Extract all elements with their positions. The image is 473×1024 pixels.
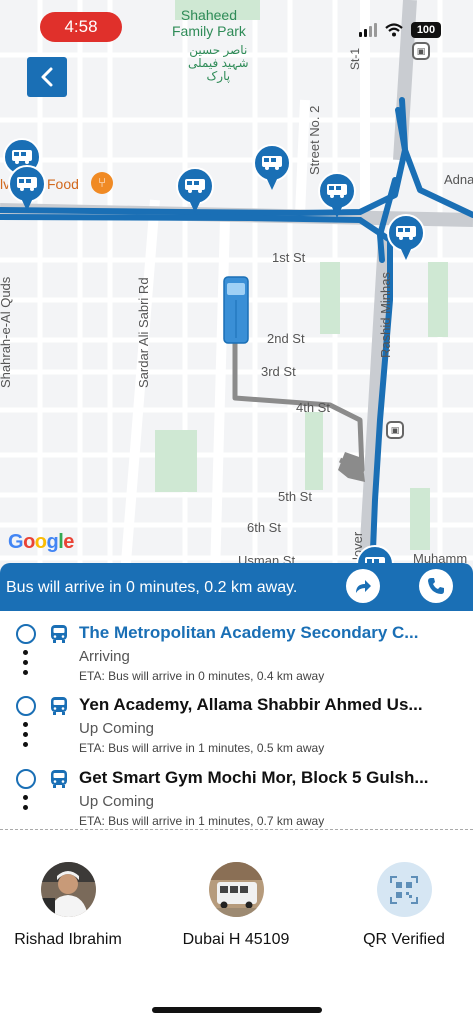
chevron-left-icon: [41, 67, 53, 87]
park-label-urdu: ناصر حسین شہید فیملی پارک: [188, 43, 249, 83]
timeline-dots: [23, 650, 29, 680]
qr-card[interactable]: QR Verified: [339, 862, 469, 949]
wifi-icon: [385, 23, 403, 37]
vehicle-plate: Dubai H 45109: [182, 931, 290, 948]
qr-status: QR Verified: [363, 931, 445, 948]
divider: [0, 829, 473, 830]
status-icons: 100: [359, 22, 441, 38]
street-label-1st: 1st St: [272, 250, 306, 265]
call-button[interactable]: [419, 569, 453, 603]
driver-name: Rishad Ibrahim: [14, 931, 122, 948]
stop-radio[interactable]: [16, 624, 36, 644]
google-logo: Google: [8, 531, 74, 553]
street-label-street-no2: Street No. 2: [307, 105, 322, 175]
stop-eta: ETA: Bus will arrive in 0 minutes, 0.4 k…: [79, 669, 325, 683]
street-label-al-quds: Shahrah-e-Al Quds: [0, 276, 13, 388]
street-label-2nd: 2nd St: [267, 331, 305, 346]
timeline-dots: [23, 722, 29, 752]
stop-eta: ETA: Bus will arrive in 1 minutes, 0.5 k…: [79, 741, 325, 755]
street-label-st1: St-1: [348, 47, 362, 70]
phone-icon: [428, 578, 444, 594]
map-streets: [0, 0, 473, 575]
battery-icon: 100: [411, 22, 441, 38]
home-indicator[interactable]: [152, 1007, 322, 1013]
stop-name: The Metropolitan Academy Secondary C...: [79, 623, 419, 642]
street-label-rashid-minhas: Rashid Minhas: [378, 272, 393, 358]
qr-icon-wrap: [376, 862, 432, 917]
map-view[interactable]: St-1 Street No. 2 Adna 1st St 2nd St 3rd…: [0, 0, 473, 575]
stop-eta: ETA: Bus will arrive in 1 minutes, 0.7 k…: [79, 814, 325, 828]
directions-button[interactable]: [346, 569, 380, 603]
food-label: Food: [47, 176, 79, 192]
transit-icon: ▣: [386, 421, 404, 439]
vehicle-card[interactable]: Dubai H 45109: [171, 862, 301, 949]
timeline-dots: [23, 795, 29, 815]
stop-item[interactable]: Yen Academy, Allama Shabbir Ahmed Us... …: [0, 684, 473, 756]
stop-status: Up Coming: [79, 793, 155, 810]
directions-icon: [356, 580, 371, 593]
street-label-3rd: 3rd St: [261, 364, 296, 379]
bus-icon: [51, 625, 67, 643]
stop-radio[interactable]: [16, 769, 36, 789]
driver-avatar: [40, 862, 96, 917]
status-time: 4:58: [40, 12, 122, 42]
street-label-5th: 5th St: [278, 489, 312, 504]
stop-radio[interactable]: [16, 696, 36, 716]
bus-marker: [223, 276, 249, 344]
stop-name: Get Smart Gym Mochi Mor, Block 5 Gulsh..…: [79, 768, 429, 787]
stop-status: Up Coming: [79, 720, 155, 737]
street-label-4th: 4th St: [296, 400, 330, 415]
street-label-6th: 6th St: [247, 520, 281, 535]
signal-icon: [359, 23, 377, 37]
transit-icon: ▣: [412, 42, 430, 60]
bus-stop-pin[interactable]: [253, 144, 291, 192]
bus-stop-pin[interactable]: [8, 165, 46, 213]
restaurant-icon: ⑂: [91, 172, 113, 194]
park-label: Shaheed Family Park: [172, 7, 246, 39]
bus-stop-pin[interactable]: [387, 214, 425, 262]
back-button[interactable]: [27, 57, 67, 97]
arrival-banner: Bus will arrive in 0 minutes, 0.2 km awa…: [0, 563, 473, 611]
stop-name: Yen Academy, Allama Shabbir Ahmed Us...: [79, 695, 423, 714]
qr-code-icon: [390, 875, 418, 904]
bus-stop-pin[interactable]: [318, 172, 356, 220]
vehicle-photo: [208, 862, 264, 917]
bus-icon: [51, 770, 67, 788]
street-label-adna: Adna: [444, 172, 473, 187]
driver-card[interactable]: Rishad Ibrahim: [3, 862, 133, 949]
bus-stop-pin[interactable]: [176, 167, 214, 215]
street-label-sardar-ali-sabri: Sardar Ali Sabri Rd: [136, 277, 151, 388]
arrival-text: Bus will arrive in 0 minutes, 0.2 km awa…: [6, 579, 298, 596]
stop-item[interactable]: The Metropolitan Academy Secondary C... …: [0, 612, 473, 684]
bus-icon: [51, 697, 67, 715]
stop-status: Arriving: [79, 648, 130, 665]
stop-item[interactable]: Get Smart Gym Mochi Mor, Block 5 Gulsh..…: [0, 757, 473, 829]
